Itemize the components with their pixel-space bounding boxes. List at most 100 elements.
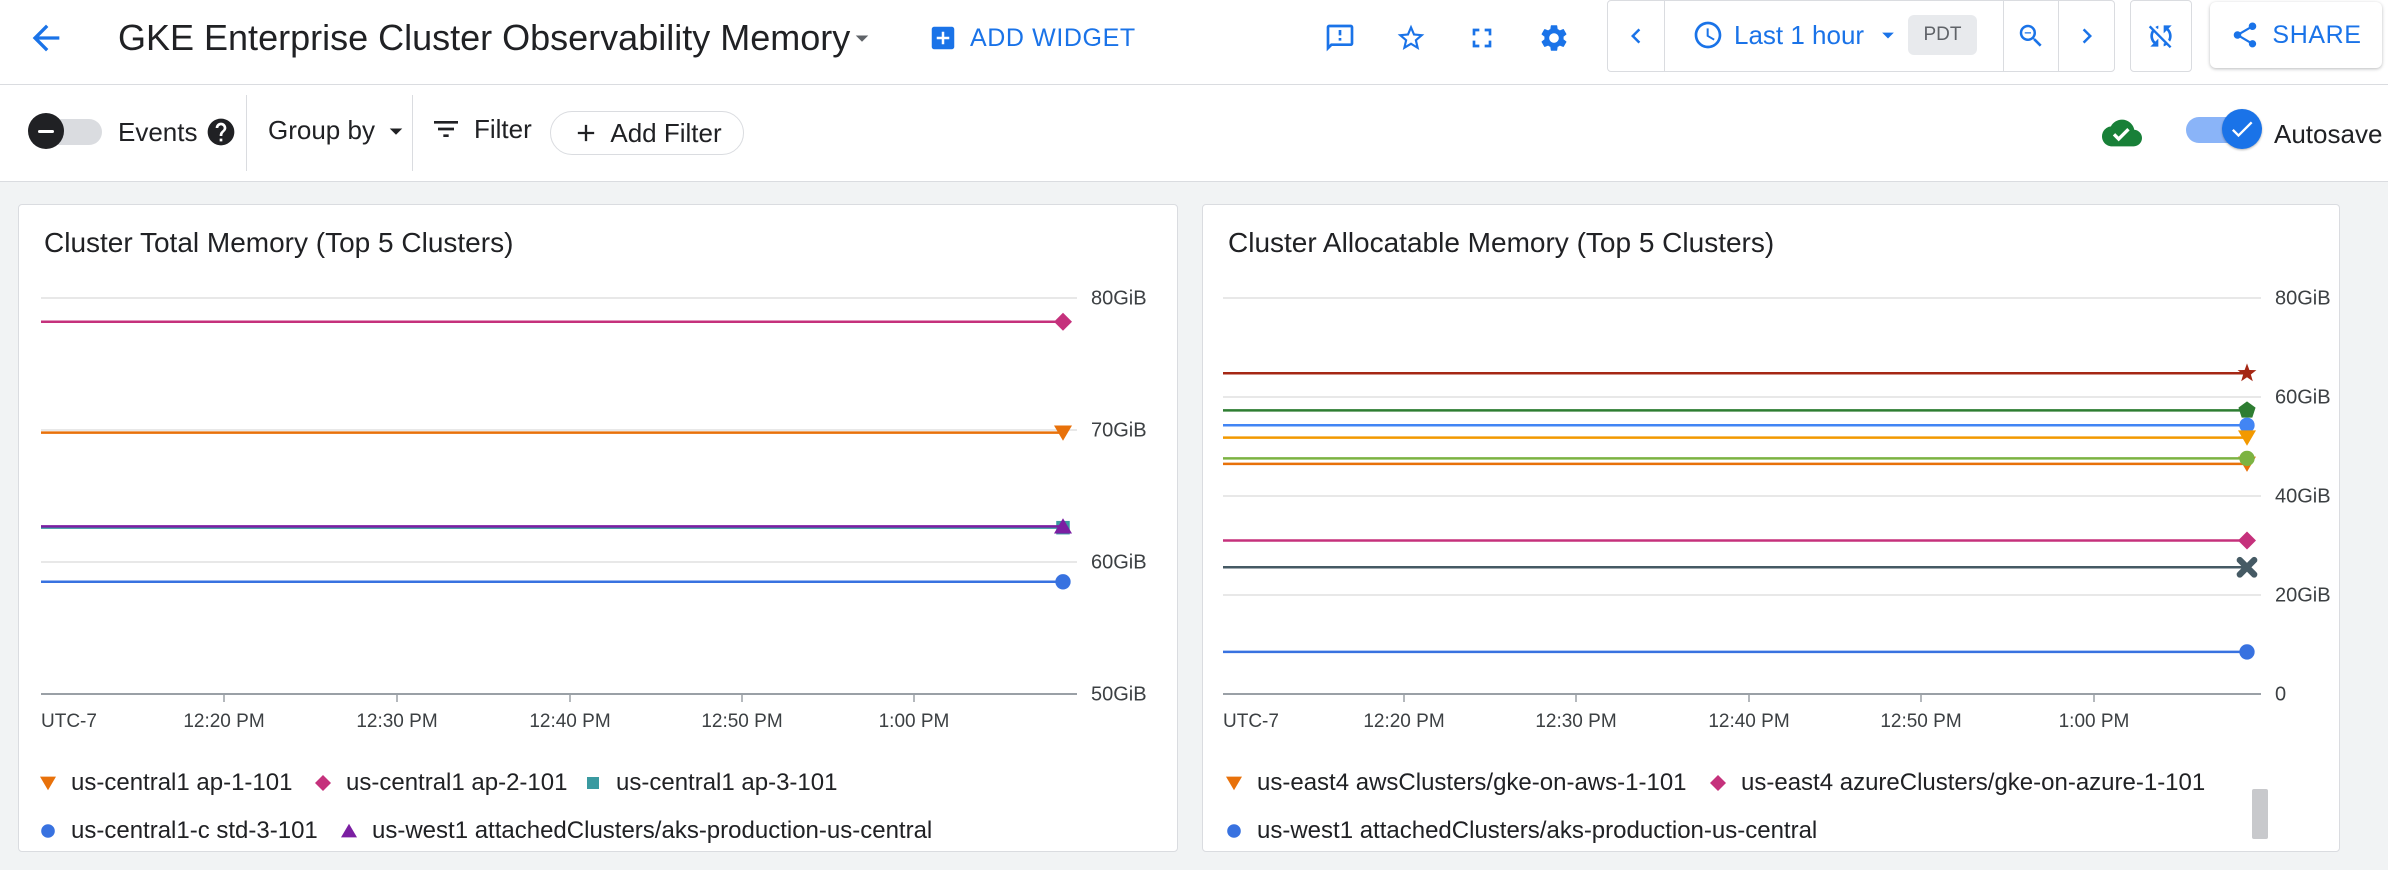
x-tick-label: 12:50 PM: [701, 711, 782, 732]
legend-item[interactable]: us-east4 awsClusters/gke-on-aws-1-101: [1223, 769, 1687, 797]
legend-item[interactable]: us-central1-c std-3-101: [37, 817, 318, 845]
add-filter-button[interactable]: Add Filter: [550, 111, 744, 155]
legend-label: us-east4 azureClusters/gke-on-azure-1-10…: [1741, 769, 2206, 796]
series-line[interactable]: [1223, 531, 2256, 550]
y-tick-label: 80GiB: [1091, 287, 1147, 309]
legend-marker-icon: [341, 823, 357, 838]
share-button[interactable]: SHARE: [2210, 2, 2382, 68]
sync-disabled-icon: [2131, 1, 2191, 71]
events-label: Events: [118, 117, 198, 147]
dropdown-arrow-icon: [389, 128, 403, 135]
clock-icon: [1694, 21, 1722, 49]
x-tick-label: 12:40 PM: [529, 711, 610, 732]
y-tick-label: 60GiB: [1091, 551, 1147, 573]
y-tick-label: 50GiB: [1091, 683, 1147, 705]
filter-label: Filter: [474, 113, 532, 144]
toggle-off-knob-icon: [28, 113, 64, 149]
chevron-left-icon[interactable]: [1608, 1, 1664, 71]
legend-label: us-central1 ap-1-101: [71, 769, 293, 796]
legend-item[interactable]: us-central1 ap-3-101: [582, 769, 837, 797]
x-tick-label: 12:50 PM: [1880, 711, 1961, 732]
dashboard-title: GKE Enterprise Cluster Observability Mem…: [118, 17, 851, 58]
events-toggle[interactable]: [28, 113, 104, 149]
series-line[interactable]: [1223, 401, 2256, 418]
series-line[interactable]: [1223, 644, 2255, 660]
chevron-right-icon[interactable]: [2059, 1, 2114, 71]
x-tick-label: UTC-7: [41, 711, 97, 732]
y-tick-label: 60GiB: [2275, 386, 2331, 408]
line-chart-allocatable-memory[interactable]: 80GiB 60GiB 40GiB 20GiB 0 UTC-7 12:20 PM 12:30 …: [1203, 205, 2339, 745]
series-end-marker: [2239, 644, 2255, 660]
group-by-label: Group by: [268, 115, 375, 145]
series-end-marker: [2238, 531, 2256, 550]
series-end-marker: [2239, 450, 2255, 467]
time-range-group: Last 1 hour: [1607, 0, 2115, 72]
legend-item[interactable]: us-west1 attachedClusters/aks-production…: [1223, 817, 1817, 845]
x-tick-label: 12:20 PM: [1363, 711, 1444, 732]
series-line[interactable]: [41, 574, 1071, 590]
share-icon: [2234, 22, 2257, 48]
legend-label: us-central1 ap-3-101: [616, 769, 838, 796]
feedback-icon[interactable]: [1318, 16, 1362, 60]
back-arrow-icon[interactable]: [22, 14, 70, 62]
legend-item[interactable]: us-west1 attachedClusters/aks-production…: [338, 817, 932, 845]
legend-marker-icon: [41, 824, 55, 838]
dropdown-arrow-icon: [1882, 32, 1894, 39]
series-line[interactable]: [41, 312, 1072, 331]
chart-panel-total-memory: Cluster Total Memory (Top 5 Clusters) 80…: [18, 204, 1178, 852]
title-dropdown-icon[interactable]: [844, 20, 880, 56]
series-line[interactable]: [1223, 430, 2256, 446]
group-by-dropdown[interactable]: Group by: [268, 115, 411, 146]
series-line[interactable]: [41, 425, 1072, 441]
star-icon[interactable]: [1389, 16, 1433, 60]
time-range-label: Last 1 hour: [1734, 19, 1865, 50]
x-tick-label: 1:00 PM: [879, 711, 950, 732]
timezone-badge[interactable]: PDT: [1908, 15, 1977, 55]
legend-label: us-central1-c std-3-101: [71, 817, 318, 844]
series-line[interactable]: [1223, 363, 2257, 382]
checkmark-icon: [2222, 109, 2262, 149]
auto-refresh-toggle[interactable]: [2130, 0, 2192, 72]
series-end-marker: [1054, 312, 1072, 331]
filter-list-icon: [434, 121, 458, 137]
autosave-toggle[interactable]: [2184, 109, 2266, 151]
add-widget-button[interactable]: ADD WIDGET: [928, 16, 1136, 60]
x-tick-label: 12:20 PM: [183, 711, 264, 732]
series-end-marker: [2238, 401, 2256, 418]
help-icon[interactable]: [204, 115, 238, 149]
legend-item[interactable]: us-central1 ap-2-101: [312, 769, 567, 797]
x-tick-label: 1:00 PM: [2059, 711, 2130, 732]
legend-label: us-central1 ap-2-101: [346, 769, 568, 796]
legend-marker-icon: [587, 777, 599, 789]
legend-item[interactable]: us-east4 azureClusters/gke-on-azure-1-10…: [1707, 769, 2205, 797]
legend-marker-icon: [40, 776, 56, 791]
zoom-out-icon[interactable]: [2004, 1, 2058, 71]
series-line[interactable]: [1223, 417, 2255, 433]
legend-marker-icon: [1227, 824, 1241, 838]
filter-button[interactable]: Filter: [430, 113, 532, 145]
y-tick-label: 70GiB: [1091, 419, 1147, 441]
settings-gear-icon[interactable]: [1532, 16, 1576, 60]
top-app-bar: GKE Enterprise Cluster Observability Mem…: [0, 0, 2388, 85]
add-widget-label: ADD WIDGET: [970, 23, 1136, 52]
add-box-icon: [931, 26, 955, 50]
plus-icon: [578, 124, 595, 142]
y-tick-label: 40GiB: [2275, 485, 2331, 507]
legend-item[interactable]: us-central1 ap-1-101: [37, 769, 292, 797]
series-end-marker: [2237, 363, 2257, 382]
add-filter-label: Add Filter: [610, 117, 722, 148]
legend-marker-icon: [1226, 776, 1242, 791]
legend-label: us-east4 awsClusters/gke-on-aws-1-101: [1257, 769, 1687, 796]
line-chart-total-memory[interactable]: 80GiB 70GiB 60GiB 50GiB UTC-7 12:20 PM 12:30 P…: [19, 205, 1177, 745]
fullscreen-icon[interactable]: [1460, 16, 1504, 60]
series-end-marker: [1055, 574, 1071, 590]
y-tick-label: 0: [2275, 683, 2286, 705]
y-tick-label: 80GiB: [2275, 287, 2331, 309]
time-range-selector[interactable]: Last 1 hour: [1692, 19, 1902, 51]
x-tick-label: UTC-7: [1223, 711, 1279, 732]
series-line[interactable]: [41, 520, 1070, 535]
legend-scrollbar[interactable]: [2252, 789, 2268, 839]
x-tick-label: 12:40 PM: [1708, 711, 1789, 732]
series-line[interactable]: [1223, 556, 2258, 578]
series-line[interactable]: [41, 518, 1072, 534]
